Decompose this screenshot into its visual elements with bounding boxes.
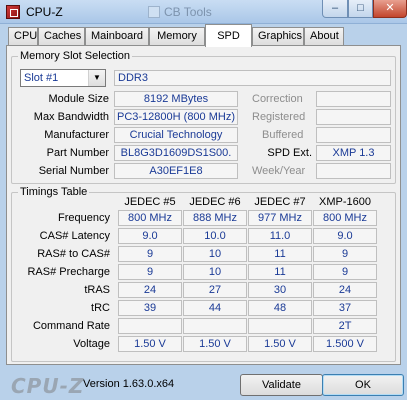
timing-cell: 977 MHz	[248, 210, 312, 226]
tab-caches[interactable]: Caches	[38, 27, 85, 46]
registered-value	[316, 109, 391, 125]
timing-cell: 10.0	[183, 228, 247, 244]
ras-precharge-label: RAS# Precharge	[27, 266, 110, 278]
spd-ext-label: SPD Ext.	[267, 147, 312, 159]
timing-cell: 800 MHz	[313, 210, 377, 226]
cas-latency-label: CAS# Latency	[39, 230, 110, 242]
timing-cell: 9.0	[313, 228, 377, 244]
serial-number-label: Serial Number	[38, 165, 109, 177]
tras-label: tRAS	[84, 284, 110, 296]
timing-cell: 10	[183, 264, 247, 280]
voltage-label: Voltage	[73, 338, 110, 350]
registered-label: Registered	[252, 111, 306, 123]
timing-cell: 2T	[313, 318, 377, 334]
timing-cell: 10	[183, 246, 247, 262]
column-header-jedec5: JEDEC #5	[124, 196, 176, 208]
timing-cell: 37	[313, 300, 377, 316]
manufacturer-label: Manufacturer	[44, 129, 109, 141]
timing-cell: 27	[183, 282, 247, 298]
ras-to-cas-label: RAS# to CAS#	[37, 248, 110, 260]
column-header-jedec7: JEDEC #7	[254, 196, 306, 208]
timing-cell: 11.0	[248, 228, 312, 244]
cpu-z-logo: CPU-Z	[11, 374, 85, 398]
week-year-label: Week/Year	[252, 165, 306, 177]
background-window-icon	[148, 6, 160, 18]
timing-cell: 9	[118, 246, 182, 262]
maximize-button[interactable]: □	[348, 0, 373, 18]
chevron-down-icon[interactable]: ▼	[88, 70, 105, 86]
module-size-value: 8192 MBytes	[114, 91, 238, 107]
timing-cell: 1.50 V	[183, 336, 247, 352]
timing-cell: 1.500 V	[313, 336, 377, 352]
tab-mainboard[interactable]: Mainboard	[85, 27, 149, 46]
part-number-value: BL8G3D1609DS1S00.	[114, 145, 238, 161]
timing-cell	[248, 318, 312, 334]
close-button[interactable]: ✕	[373, 0, 407, 18]
tab-spd[interactable]: SPD	[205, 24, 252, 47]
slot-select[interactable]: Slot #1 ▼	[20, 69, 106, 87]
memory-type-field: DDR3	[114, 70, 391, 86]
background-window-title: CB Tools	[164, 5, 212, 19]
timings-table-title: Timings Table	[18, 185, 90, 199]
timing-cell: 11	[248, 246, 312, 262]
frequency-label: Frequency	[58, 212, 110, 224]
part-number-label: Part Number	[46, 147, 109, 159]
timing-cell	[183, 318, 247, 334]
timing-cell: 9	[313, 246, 377, 262]
serial-number-value: A30EF1E8	[114, 163, 238, 179]
tab-cpu[interactable]: CPU	[8, 27, 38, 46]
buffered-value	[316, 127, 391, 143]
timing-cell: 24	[313, 282, 377, 298]
tab-about[interactable]: About	[304, 27, 344, 46]
timing-cell: 9	[313, 264, 377, 280]
timing-cell: 11	[248, 264, 312, 280]
correction-value	[316, 91, 391, 107]
cpu-z-app-icon	[6, 5, 20, 19]
footer-bar: CPU-Z Version 1.63.0.x64 Validate OK	[0, 368, 407, 400]
slot-select-value: Slot #1	[24, 72, 59, 84]
column-header-xmp1600: XMP-1600	[319, 196, 371, 208]
week-year-value	[316, 163, 391, 179]
window-title: CPU-Z	[26, 5, 63, 19]
buffered-label: Buffered	[262, 129, 304, 141]
timing-cell: 39	[118, 300, 182, 316]
timing-cell: 30	[248, 282, 312, 298]
timing-cell: 24	[118, 282, 182, 298]
tab-graphics[interactable]: Graphics	[252, 27, 304, 46]
ok-button[interactable]: OK	[322, 374, 404, 396]
max-bandwidth-label: Max Bandwidth	[33, 111, 109, 123]
validate-button[interactable]: Validate	[240, 374, 323, 396]
timing-cell: 44	[183, 300, 247, 316]
tab-bar: CPU Caches Mainboard Memory SPD Graphics…	[6, 24, 401, 47]
spd-panel: Memory Slot Selection Slot #1 ▼ DDR3 Mod…	[6, 45, 401, 365]
column-header-jedec6: JEDEC #6	[189, 196, 241, 208]
minimize-button[interactable]: –	[322, 0, 348, 18]
timing-cell: 1.50 V	[118, 336, 182, 352]
memory-slot-selection-title: Memory Slot Selection	[18, 49, 133, 63]
timings-table-group: Timings Table JEDEC #5 JEDEC #6 JEDEC #7…	[11, 185, 396, 362]
timing-cell: 9	[118, 264, 182, 280]
module-size-label: Module Size	[48, 93, 109, 105]
tab-memory[interactable]: Memory	[149, 27, 205, 46]
spd-ext-value: XMP 1.3	[316, 145, 391, 161]
command-rate-label: Command Rate	[32, 320, 110, 332]
timing-cell: 888 MHz	[183, 210, 247, 226]
timing-cell: 1.50 V	[248, 336, 312, 352]
trc-label: tRC	[91, 302, 110, 314]
title-bar: CPU-Z CB Tools – □ ✕	[0, 0, 407, 24]
max-bandwidth-value: PC3-12800H (800 MHz)	[114, 109, 238, 125]
correction-label: Correction	[252, 93, 303, 105]
timing-cell: 9.0	[118, 228, 182, 244]
timing-cell: 800 MHz	[118, 210, 182, 226]
timing-cell: 48	[248, 300, 312, 316]
version-text: Version 1.63.0.x64	[83, 378, 175, 390]
memory-slot-selection-group: Memory Slot Selection Slot #1 ▼ DDR3 Mod…	[11, 49, 396, 184]
timing-cell	[118, 318, 182, 334]
manufacturer-value: Crucial Technology	[114, 127, 238, 143]
